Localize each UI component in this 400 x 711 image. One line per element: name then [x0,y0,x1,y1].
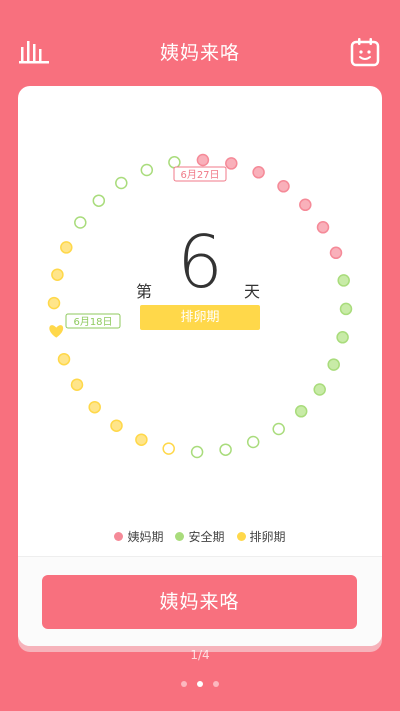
cycle-day-dot-safe[interactable] [140,163,154,177]
cycle-day-dot-ovulation[interactable] [88,400,101,414]
legend-item-safe: 安全期 [175,527,225,545]
phase-badge: 排卵期 [140,305,260,330]
cycle-day-dot-period[interactable] [252,166,265,179]
cycle-day-dot-safe[interactable] [115,176,128,190]
cycle-day-dot-period[interactable] [299,198,312,212]
page-dots [0,681,400,687]
cycle-day-dot-safe[interactable] [327,358,340,371]
day-suffix: 天 [244,282,261,301]
cycle-day-dot-period[interactable] [316,221,330,234]
legend-ovulation-dot [236,531,246,541]
cycle-day-dot-safe[interactable] [294,405,308,418]
cycle-day-dot-safe[interactable] [313,383,326,396]
cycle-day-dot-safe[interactable] [219,443,232,456]
app-header: 姨妈来咯 [0,0,400,100]
cycle-day-dot-period[interactable] [225,157,238,170]
cycle-day-dot-period[interactable] [329,246,343,260]
legend: 姨妈期 安全期 排卵期 [18,527,382,545]
period-start-marker: 6月27日 [173,166,227,182]
cycle-day-dot-safe[interactable] [337,274,350,287]
cycle-card: 6月27日 6月18日 第 6 天 排卵期 姨妈期 安全期 排卵期 姨妈来咯 [18,86,382,646]
cycle-day-dot-safe[interactable] [272,422,285,436]
svg-text:6月18日: 6月18日 [73,316,112,328]
legend-safe-dot [175,531,185,541]
legend-period-dot [114,531,124,541]
cycle-day-dot-ovulation[interactable] [110,419,123,432]
day-prefix: 第 [136,282,153,301]
calendar-button[interactable] [349,36,381,68]
cycle-day-dot-ovulation[interactable] [57,352,71,366]
cycle-day-number: 6 [177,220,223,304]
cycle-day-dot-safe[interactable] [339,302,353,316]
cycle-day-dot-safe[interactable] [190,445,204,459]
legend-label: 姨妈期 [127,529,164,544]
legend-label: 排卵期 [249,529,286,544]
cycle-day-dot-safe[interactable] [92,194,106,207]
cycle-day-dot-period[interactable] [277,180,290,193]
safe-start-marker: 6月18日 [65,313,121,329]
period-start-button[interactable]: 姨妈来咯 [42,575,357,629]
calendar-smile-icon [350,38,380,67]
cycle-day-dot-safe[interactable] [168,156,181,169]
current-day-heart-icon [49,325,64,338]
legend-label: 安全期 [188,529,225,544]
page-dot-active[interactable] [197,681,203,687]
page-dot[interactable] [181,681,187,687]
cycle-day-dot-ovulation[interactable] [60,241,73,254]
cycle-day-dot-ovulation[interactable] [47,296,61,310]
page-dot[interactable] [213,681,219,687]
page-title: 姨妈来咯 [159,42,240,64]
cycle-day-dot-ovulation[interactable] [51,268,64,281]
legend-item-period: 姨妈期 [114,527,163,545]
svg-text:6月27日: 6月27日 [180,169,219,181]
cycle-day-dot-period[interactable] [196,153,210,167]
legend-item-ovulation: 排卵期 [236,527,286,545]
cycle-day-dot-safe[interactable] [336,331,349,344]
cycle-day-dot-safe[interactable] [246,435,260,449]
cycle-day-dot-safe[interactable] [74,216,87,229]
cycle-day-dot-ovulation[interactable] [70,378,84,391]
page-indicator-text: 1/4 [190,648,210,662]
cycle-day-dot-ovulation[interactable] [135,433,148,446]
cycle-day-dot-ovulation[interactable] [162,442,175,455]
